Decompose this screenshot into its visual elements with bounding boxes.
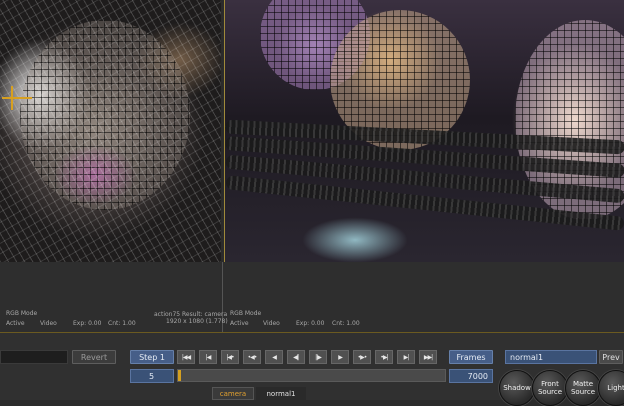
right-contrast-label: Cnt: 1.00 (332, 320, 360, 327)
left-viewport[interactable] (0, 0, 221, 262)
right-mode-label: RGB Mode (230, 310, 262, 317)
step-forward-button[interactable]: ||▶ (309, 350, 327, 364)
matte-source-button[interactable]: Matte Source (565, 370, 601, 406)
right-viewport[interactable] (224, 0, 624, 262)
tab-normal1[interactable]: normal1 (256, 387, 306, 400)
left-result-label: action75 Result: camera (154, 311, 228, 318)
shadow-button[interactable]: Shadow (499, 370, 535, 406)
vector-grid-overlay (0, 0, 221, 262)
step-button[interactable]: Step 1 (130, 350, 174, 364)
axis-gizmo-icon[interactable] (2, 86, 32, 110)
step-forward-key-button[interactable]: •▶| (375, 350, 393, 364)
light-button[interactable]: Light (598, 370, 624, 406)
prev-button[interactable]: Prev (599, 350, 623, 364)
right-active-label: Active (230, 320, 249, 327)
revert-button[interactable]: Revert (72, 350, 116, 364)
left-active-label: Active (6, 320, 25, 327)
tab-camera[interactable]: camera (212, 387, 254, 400)
left-exposure-label: Exp: 0.00 (73, 320, 102, 327)
timeline-handle[interactable] (178, 370, 181, 381)
step-backward-button[interactable]: ◀|| (287, 350, 305, 364)
left-contrast-label: Cnt: 1.00 (108, 320, 136, 327)
left-resolution-label: 1920 x 1080 (1.778) (166, 318, 228, 325)
play-forward-button[interactable]: ▶ (331, 350, 349, 364)
step-back-key-button[interactable]: |◀• (221, 350, 239, 364)
front-source-button[interactable]: Front Source (532, 370, 568, 406)
previous-keyframe-button[interactable]: |◀ (199, 350, 217, 364)
bounce-back-button[interactable]: •◀• (243, 350, 261, 364)
go-to-end-button[interactable]: ▶▶| (419, 350, 437, 364)
play-backward-button[interactable]: ◀ (265, 350, 283, 364)
frames-button[interactable]: Frames (449, 350, 493, 364)
right-exposure-label: Exp: 0.00 (296, 320, 325, 327)
right-channel-label: Video (263, 320, 280, 327)
left-mode-label: RGB Mode (6, 310, 38, 317)
go-to-start-button[interactable]: |◀◀ (177, 350, 195, 364)
left-channel-label: Video (40, 320, 57, 327)
bounce-forward-button[interactable]: •▶• (353, 350, 371, 364)
current-frame-field[interactable]: 5 (130, 369, 174, 383)
node-name-field[interactable]: normal1 (505, 350, 597, 364)
timeline-slider[interactable] (177, 369, 446, 382)
total-frames-field[interactable]: 7000 (449, 369, 493, 383)
next-keyframe-button[interactable]: ▶| (397, 350, 415, 364)
name-field[interactable] (0, 350, 68, 364)
